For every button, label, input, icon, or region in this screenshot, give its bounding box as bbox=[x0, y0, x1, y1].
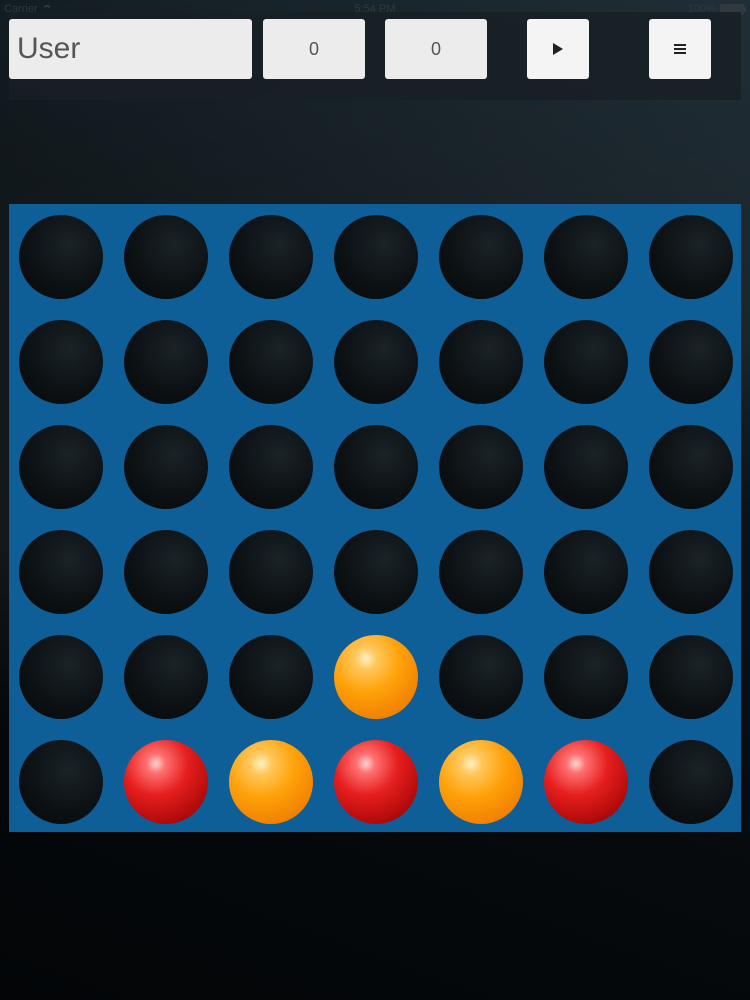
disc-red[interactable] bbox=[544, 740, 628, 824]
game-board[interactable] bbox=[9, 204, 741, 832]
board-slot-empty[interactable] bbox=[649, 320, 733, 404]
board-slot-empty[interactable] bbox=[334, 320, 418, 404]
board-slot-empty[interactable] bbox=[229, 425, 313, 509]
board-slot-empty[interactable] bbox=[229, 530, 313, 614]
board-slot-empty[interactable] bbox=[124, 530, 208, 614]
board-slot-empty[interactable] bbox=[334, 425, 418, 509]
menu-icon bbox=[674, 44, 686, 54]
disc-orange[interactable] bbox=[229, 740, 313, 824]
board-slot-empty[interactable] bbox=[19, 425, 103, 509]
board-slot-empty[interactable] bbox=[334, 215, 418, 299]
board-slot-empty[interactable] bbox=[19, 740, 103, 824]
board-slot-empty[interactable] bbox=[544, 215, 628, 299]
player-name-field[interactable]: User bbox=[9, 19, 252, 79]
disc-red[interactable] bbox=[334, 740, 418, 824]
board-slot-empty[interactable] bbox=[19, 530, 103, 614]
board-slot-empty[interactable] bbox=[229, 320, 313, 404]
board-slot-empty[interactable] bbox=[439, 635, 523, 719]
board-slot-empty[interactable] bbox=[124, 320, 208, 404]
board-slot-empty[interactable] bbox=[334, 530, 418, 614]
board-slot-empty[interactable] bbox=[649, 740, 733, 824]
player1-score: 0 bbox=[263, 19, 365, 79]
board-slot-empty[interactable] bbox=[649, 530, 733, 614]
menu-button[interactable] bbox=[649, 19, 711, 79]
board-slot-empty[interactable] bbox=[124, 635, 208, 719]
board-slot-empty[interactable] bbox=[439, 425, 523, 509]
disc-orange[interactable] bbox=[334, 635, 418, 719]
disc-orange[interactable] bbox=[439, 740, 523, 824]
board-slot-empty[interactable] bbox=[649, 425, 733, 509]
board-slot-empty[interactable] bbox=[649, 215, 733, 299]
player2-score: 0 bbox=[385, 19, 487, 79]
board-slot-empty[interactable] bbox=[649, 635, 733, 719]
play-icon bbox=[553, 43, 563, 55]
board-slot-empty[interactable] bbox=[439, 320, 523, 404]
board-slot-empty[interactable] bbox=[229, 635, 313, 719]
board-slot-empty[interactable] bbox=[544, 635, 628, 719]
board-slot-empty[interactable] bbox=[19, 635, 103, 719]
board-slot-empty[interactable] bbox=[439, 215, 523, 299]
board-slot-empty[interactable] bbox=[124, 425, 208, 509]
board-slot-empty[interactable] bbox=[19, 320, 103, 404]
board-slot-empty[interactable] bbox=[229, 215, 313, 299]
board-slot-empty[interactable] bbox=[544, 425, 628, 509]
play-button[interactable] bbox=[527, 19, 589, 79]
disc-red[interactable] bbox=[124, 740, 208, 824]
board-slot-empty[interactable] bbox=[439, 530, 523, 614]
board-slot-empty[interactable] bbox=[124, 215, 208, 299]
board-slot-empty[interactable] bbox=[544, 320, 628, 404]
board-slot-empty[interactable] bbox=[19, 215, 103, 299]
board-slot-empty[interactable] bbox=[544, 530, 628, 614]
